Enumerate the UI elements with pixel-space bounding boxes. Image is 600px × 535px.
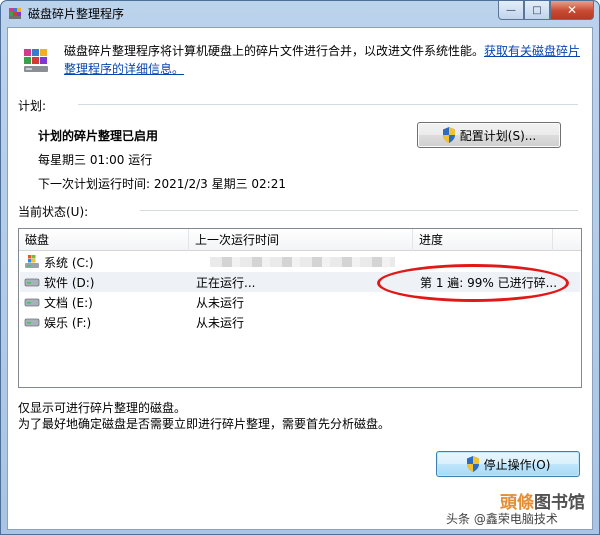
- windows-drive-icon: [25, 255, 39, 268]
- schedule-section-label: 计划:: [18, 99, 47, 113]
- hard-drive-icon: [24, 318, 40, 327]
- schedule-divider: [78, 104, 578, 105]
- schedule-frequency: 每星期三 01:00 运行: [38, 153, 153, 167]
- column-progress[interactable]: 进度: [413, 229, 553, 251]
- current-status-label: 当前状态(U):: [18, 205, 89, 219]
- schedule-status: 计划的碎片整理已启用: [38, 129, 159, 143]
- hard-drive-icon: [24, 298, 40, 307]
- last-run-time: 从未运行: [196, 316, 245, 330]
- title-bar[interactable]: 磁盘碎片整理程序 — □ ✕: [1, 1, 599, 25]
- annotation-ellipse: [377, 264, 569, 302]
- disk-name: 系统 (C:): [44, 256, 94, 270]
- minimize-button[interactable]: —: [498, 1, 524, 20]
- stop-operation-button[interactable]: 停止操作(O): [436, 451, 580, 477]
- description-text: 磁盘碎片整理程序将计算机硬盘上的碎片文件进行合并，以改进文件系统性能。: [64, 44, 485, 58]
- watermark-byline: 头条 @鑫荣电脑技术: [446, 512, 558, 526]
- defrag-app-icon: [9, 8, 21, 19]
- last-run-time: 正在运行...: [196, 276, 256, 290]
- hard-drive-icon: [24, 278, 40, 287]
- disk-row[interactable]: 娱乐 (F:) 从未运行: [20, 312, 580, 332]
- column-last-run[interactable]: 上一次运行时间: [189, 229, 413, 251]
- configure-schedule-button[interactable]: 配置计划(S)...: [417, 122, 561, 148]
- next-run-time: 下一次计划运行时间: 2021/2/3 星期三 02:21: [38, 177, 286, 191]
- maximize-button[interactable]: □: [524, 1, 550, 20]
- column-disk[interactable]: 磁盘: [19, 229, 189, 251]
- configure-schedule-label: 配置计划(S)...: [459, 128, 537, 143]
- note-line-2: 为了最好地确定磁盘是否需要立即进行碎片整理，需要首先分析磁盘。: [18, 417, 391, 431]
- disk-list-header: 磁盘 上一次运行时间 进度: [19, 229, 581, 251]
- defrag-large-icon: [24, 49, 48, 72]
- disk-list[interactable]: 磁盘 上一次运行时间 进度 系统 (C:) 软件 (D:) 正在运行... 第 …: [18, 228, 582, 388]
- close-button[interactable]: ✕: [550, 1, 594, 20]
- disk-name: 软件 (D:): [44, 276, 95, 290]
- last-run-time: 从未运行: [196, 296, 245, 310]
- stop-operation-label: 停止操作(O): [483, 457, 551, 472]
- redacted-region: [210, 257, 395, 267]
- disk-name: 文档 (E:): [44, 296, 93, 310]
- window-title: 磁盘碎片整理程序: [28, 7, 125, 21]
- uac-shield-icon: [466, 456, 479, 472]
- uac-shield-icon: [442, 127, 455, 143]
- disk-name: 娱乐 (F:): [44, 316, 92, 330]
- note-line-1: 仅显示可进行碎片整理的磁盘。: [18, 401, 187, 415]
- status-divider: [140, 210, 578, 211]
- app-description: 磁盘碎片整理程序将计算机硬盘上的碎片文件进行合并，以改进文件系统性能。获取有关磁…: [64, 42, 584, 78]
